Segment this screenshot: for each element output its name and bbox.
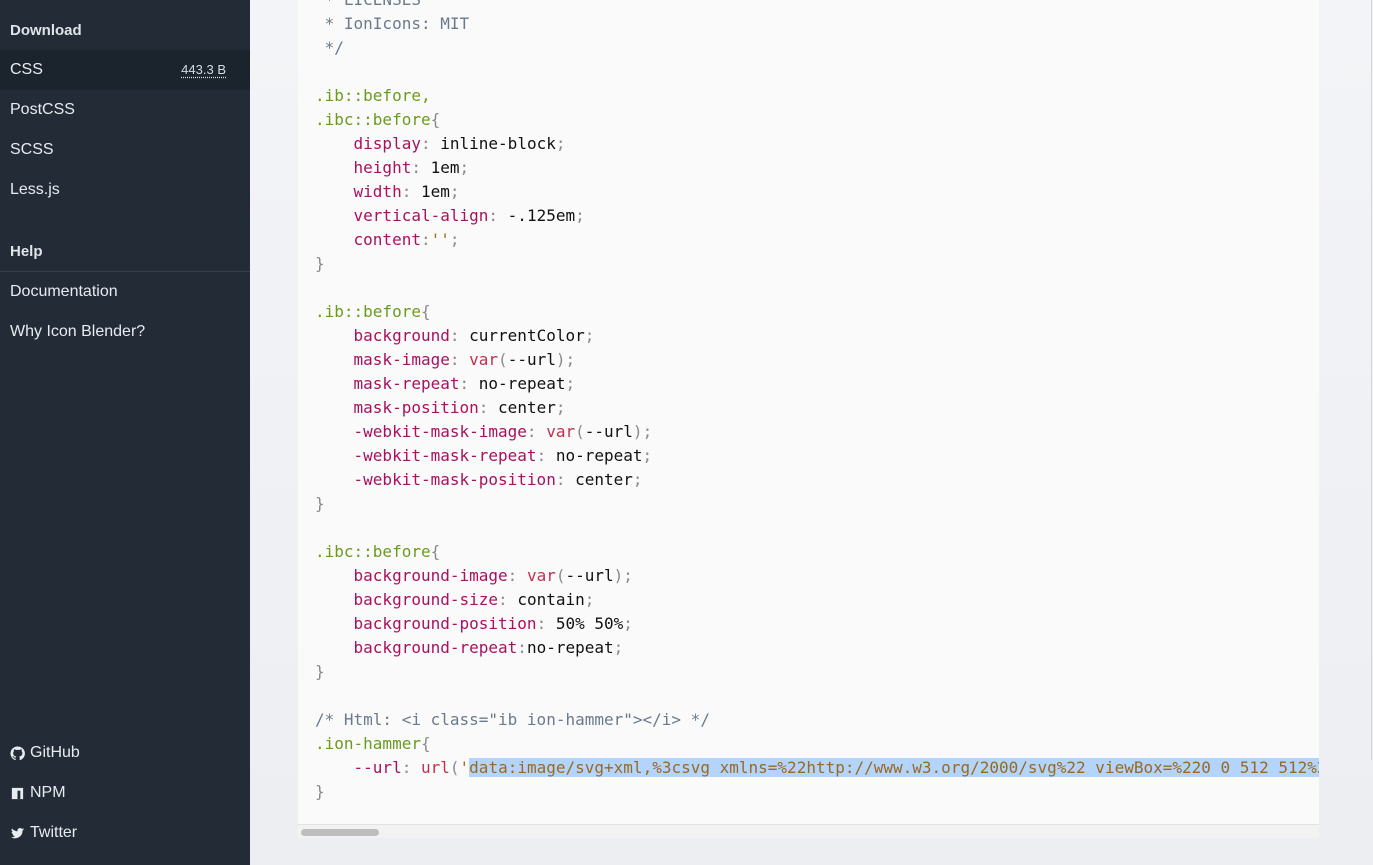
sidebar-item-why-icon-blender[interactable]: Why Icon Blender?	[0, 312, 250, 352]
code-line: * IonIcons: MIT	[315, 14, 470, 33]
main-content: * LICENSES * IonIcons: MIT */.ib::before…	[250, 0, 1373, 865]
code-line: background: currentColor;	[353, 326, 595, 345]
code-line: -webkit-mask-position: center;	[353, 470, 643, 489]
code-line: /* Html: <i class="ib ion-hammer"></i> *…	[315, 710, 710, 729]
code-line: }	[315, 662, 325, 681]
code-line: }	[315, 494, 325, 513]
code-line: vertical-align: -.125em;	[353, 206, 585, 225]
github-link[interactable]: GitHub	[10, 743, 80, 763]
sidebar-item-css[interactable]: CSS 443.3 B	[0, 50, 250, 90]
code-line: background-image: var(--url);	[353, 566, 633, 585]
code-line: height: 1em;	[353, 158, 470, 177]
github-icon	[10, 745, 25, 760]
sidebar-item-label: SCSS	[10, 141, 54, 158]
twitter-link[interactable]: Twitter	[10, 823, 77, 843]
sidebar-item-scss[interactable]: SCSS	[0, 130, 250, 170]
horizontal-scrollbar[interactable]	[298, 824, 1319, 838]
sidebar-item-label: PostCSS	[10, 101, 75, 118]
code-line: --url: url('data:image/svg+xml,%3csvg xm…	[315, 756, 1319, 780]
code-line: -webkit-mask-image: var(--url);	[353, 422, 653, 441]
code-block[interactable]: * LICENSES * IonIcons: MIT */.ib::before…	[315, 0, 1319, 804]
download-heading: Download	[0, 11, 250, 51]
code-line: }	[315, 254, 325, 273]
sidebar: Download CSS 443.3 B PostCSS SCSS Less.j…	[0, 0, 250, 865]
sidebar-item-label: Documentation	[10, 283, 118, 300]
sidebar-item-label: CSS	[10, 61, 43, 78]
code-line: mask-position: center;	[353, 398, 566, 417]
sidebar-item-documentation[interactable]: Documentation	[0, 272, 250, 312]
code-line: background-position: 50% 50%;	[353, 614, 633, 633]
code-line: .ib::before{	[315, 302, 431, 321]
code-line: .ibc::before{	[315, 542, 441, 561]
twitter-link-label: Twitter	[30, 824, 78, 841]
npm-link-label: NPM	[30, 784, 66, 801]
code-line: .ibc::before{	[315, 110, 441, 129]
code-line: }	[315, 782, 325, 801]
twitter-icon	[10, 827, 25, 838]
file-size-badge: 443.3 B	[181, 62, 226, 77]
sidebar-item-postcss[interactable]: PostCSS	[0, 90, 250, 130]
github-link-label: GitHub	[30, 744, 80, 761]
code-line: background-size: contain;	[353, 590, 595, 609]
code-line: .ion-hammer{	[315, 734, 431, 753]
scrollbar-thumb[interactable]	[301, 829, 379, 836]
code-line: */	[315, 38, 344, 57]
sidebar-item-label: Why Icon Blender?	[10, 323, 146, 340]
code-line: background-repeat:no-repeat;	[353, 638, 624, 657]
code-line: display: inline-block;	[353, 134, 566, 153]
code-line: mask-image: var(--url);	[353, 350, 576, 369]
code-line: .ib::before,	[315, 86, 431, 105]
code-line: -webkit-mask-repeat: no-repeat;	[353, 446, 653, 465]
code-line: mask-repeat: no-repeat;	[353, 374, 576, 393]
code-line: content:'';	[353, 230, 460, 249]
code-viewer[interactable]: * LICENSES * IonIcons: MIT */.ib::before…	[298, 0, 1319, 838]
sidebar-item-label: Less.js	[10, 181, 60, 198]
help-heading: Help	[0, 232, 250, 272]
code-line: * LICENSES	[315, 0, 1319, 12]
code-line: width: 1em;	[353, 182, 460, 201]
npm-link[interactable]: NPM	[10, 783, 66, 803]
npm-icon	[11, 787, 24, 799]
page-scrollbar-edge	[1371, 0, 1372, 760]
sidebar-item-lessjs[interactable]: Less.js	[0, 170, 250, 210]
